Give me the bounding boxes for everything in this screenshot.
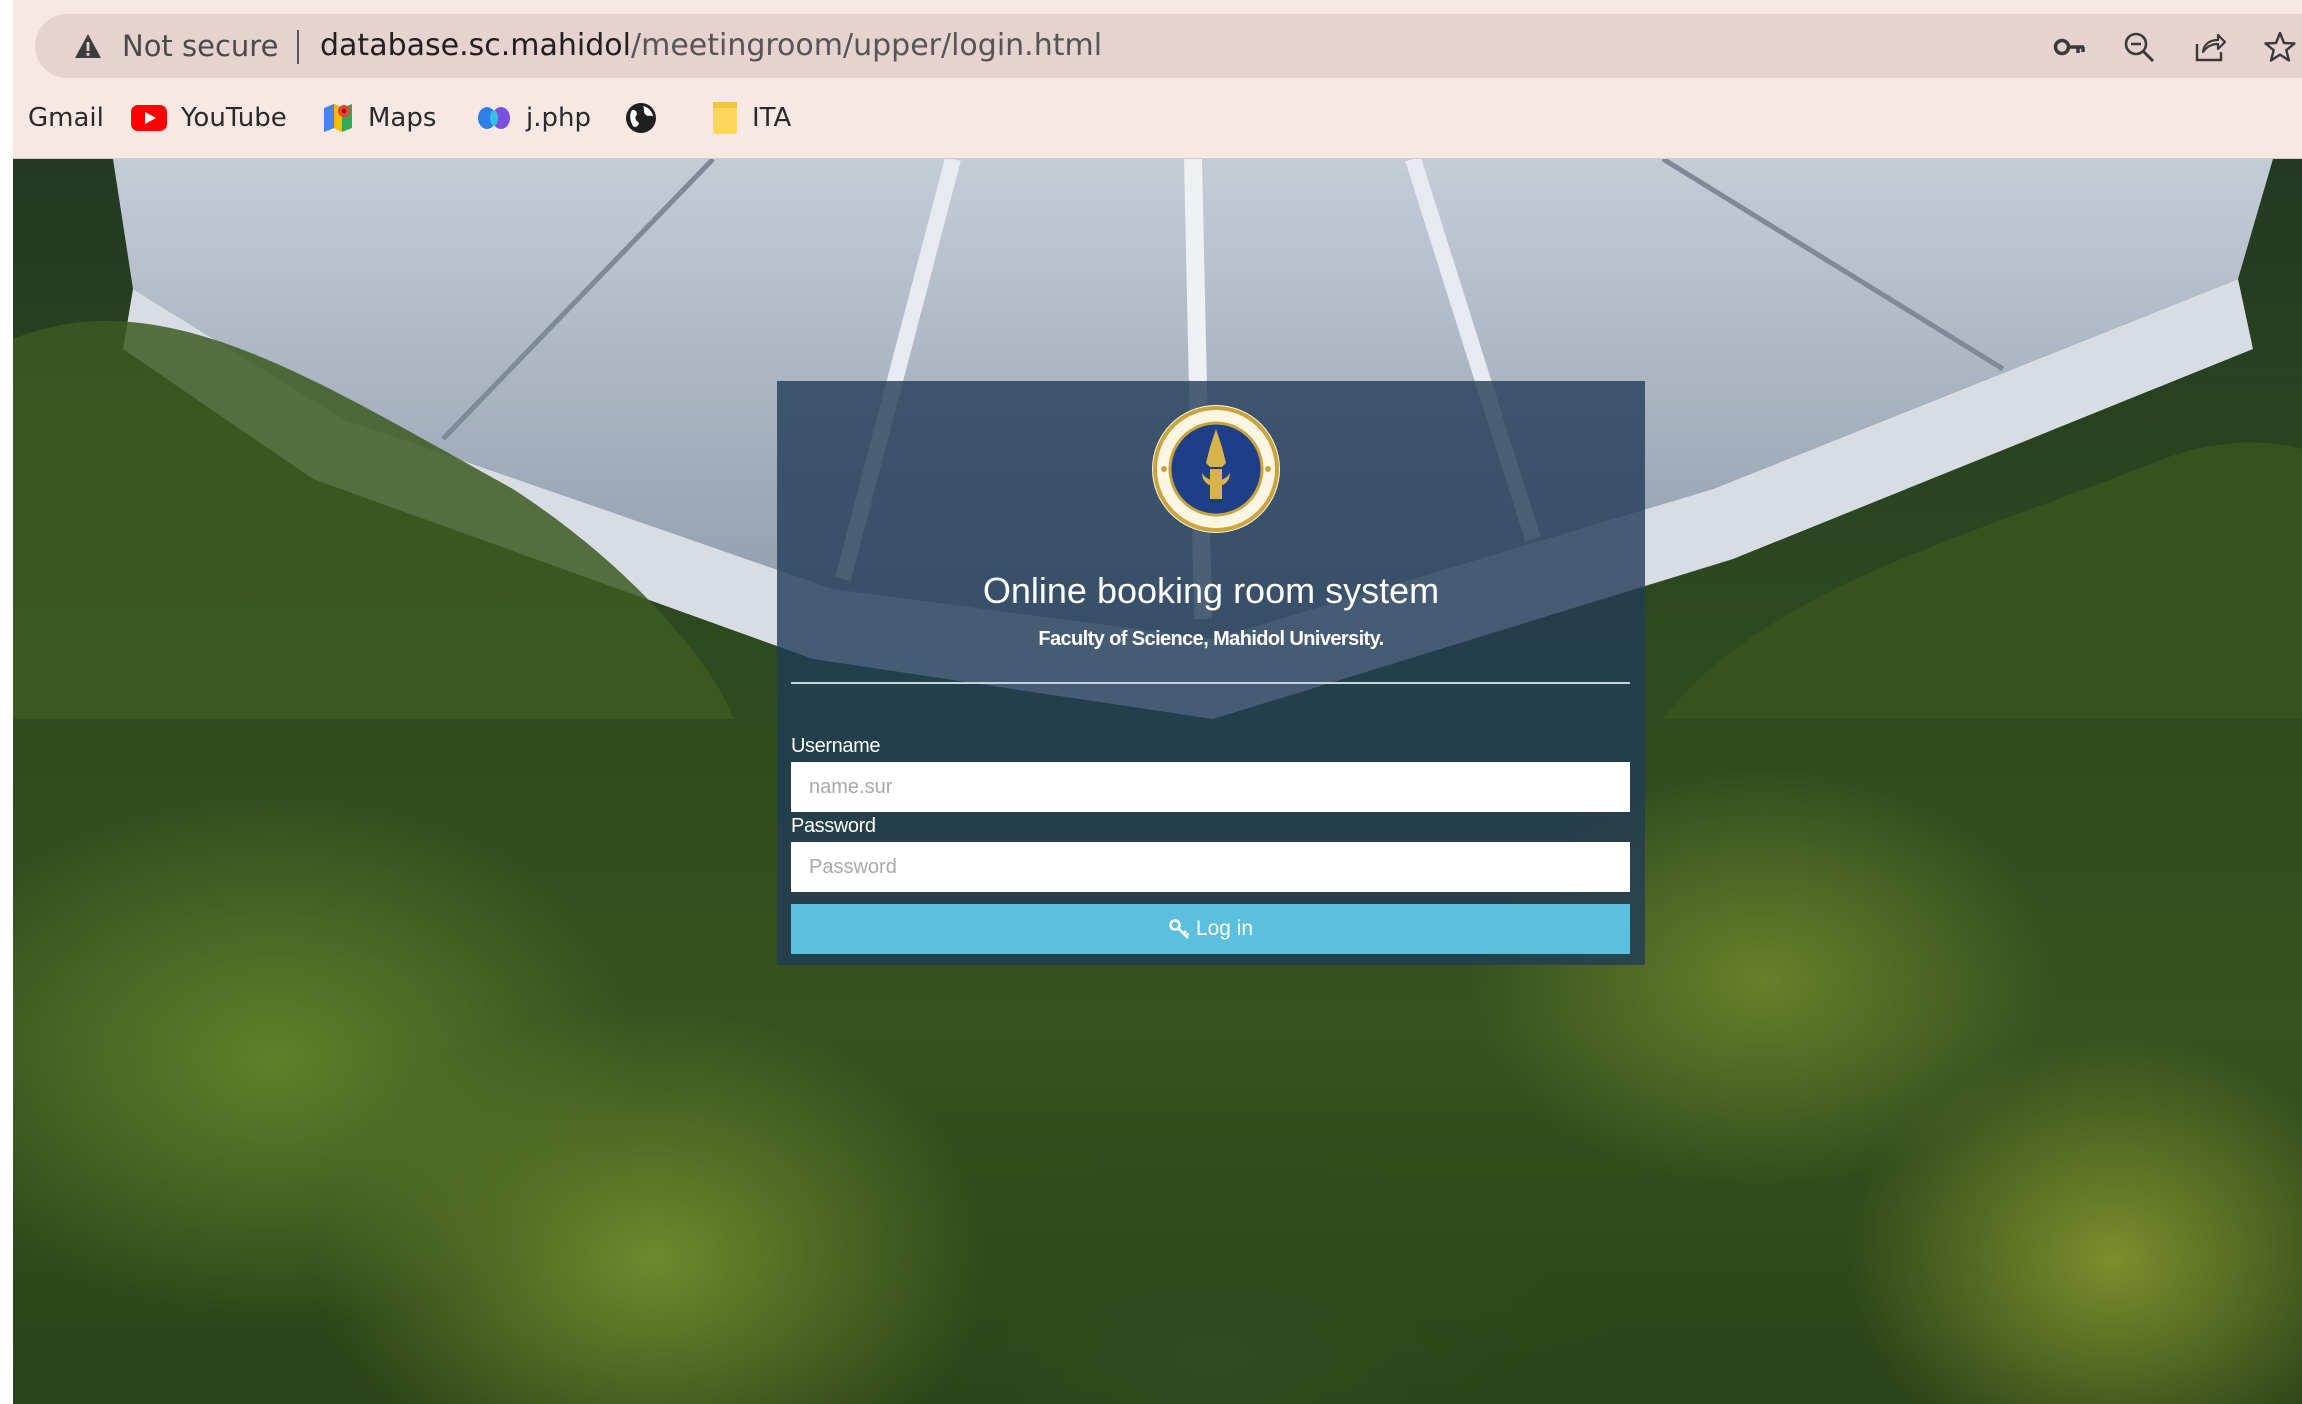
bookmark-label: Gmail xyxy=(28,103,104,133)
login-page: Online booking room system Faculty of Sc… xyxy=(13,159,2302,1404)
page-subtitle: Faculty of Science, Mahidol University. xyxy=(1038,628,1384,650)
bookmark-gmail[interactable]: Gmail xyxy=(28,96,104,140)
password-label: Password xyxy=(791,815,876,837)
bookmark-globe[interactable] xyxy=(624,96,658,140)
bookmark-jphp[interactable]: j.php xyxy=(476,96,591,140)
bookmarks-bar: Gmail YouTube Maps j.php ITA xyxy=(13,96,1013,140)
url-text[interactable]: database.sc.mahidol/meetingroom/upper/lo… xyxy=(320,27,1102,65)
mahidol-seal-logo xyxy=(1152,405,1280,533)
warning-icon[interactable] xyxy=(73,32,103,60)
window-edge xyxy=(0,0,13,1404)
star-icon[interactable] xyxy=(2263,30,2297,64)
login-button-label: Log in xyxy=(1195,917,1254,940)
globe-icon xyxy=(626,103,656,133)
username-input[interactable] xyxy=(791,762,1630,812)
youtube-icon xyxy=(131,105,167,131)
url-host: database.sc.mahidol xyxy=(320,28,631,63)
url-path: /meetingroom/upper/login.html xyxy=(630,28,1103,63)
bookmark-label: Maps xyxy=(368,103,437,133)
bookmark-maps[interactable]: Maps xyxy=(322,96,436,140)
copilot-icon xyxy=(478,107,510,129)
zoom-icon[interactable] xyxy=(2122,30,2156,64)
bookmark-label: ITA xyxy=(752,103,792,133)
password-input[interactable] xyxy=(791,842,1630,892)
share-icon[interactable] xyxy=(2193,30,2227,64)
username-label: Username xyxy=(791,735,881,757)
bookmark-ita[interactable]: ITA xyxy=(712,96,791,140)
browser-chrome: Not secure database.sc.mahidol/meetingro… xyxy=(13,0,2302,159)
divider xyxy=(791,682,1630,684)
key-icon[interactable] xyxy=(2053,30,2087,64)
maps-icon xyxy=(324,104,352,132)
url-separator xyxy=(297,30,299,64)
login-card: Online booking room system Faculty of Sc… xyxy=(777,381,1645,965)
page-title: Online booking room system xyxy=(982,570,1440,611)
key-icon xyxy=(1169,919,1190,939)
login-button[interactable]: Log in xyxy=(791,904,1630,954)
bookmark-label: YouTube xyxy=(181,103,287,133)
folder-icon xyxy=(713,102,737,134)
bookmark-label: j.php xyxy=(526,103,591,133)
bookmark-youtube[interactable]: YouTube xyxy=(131,96,287,140)
security-status[interactable]: Not secure xyxy=(122,27,278,65)
address-bar[interactable]: Not secure database.sc.mahidol/meetingro… xyxy=(35,14,2302,78)
